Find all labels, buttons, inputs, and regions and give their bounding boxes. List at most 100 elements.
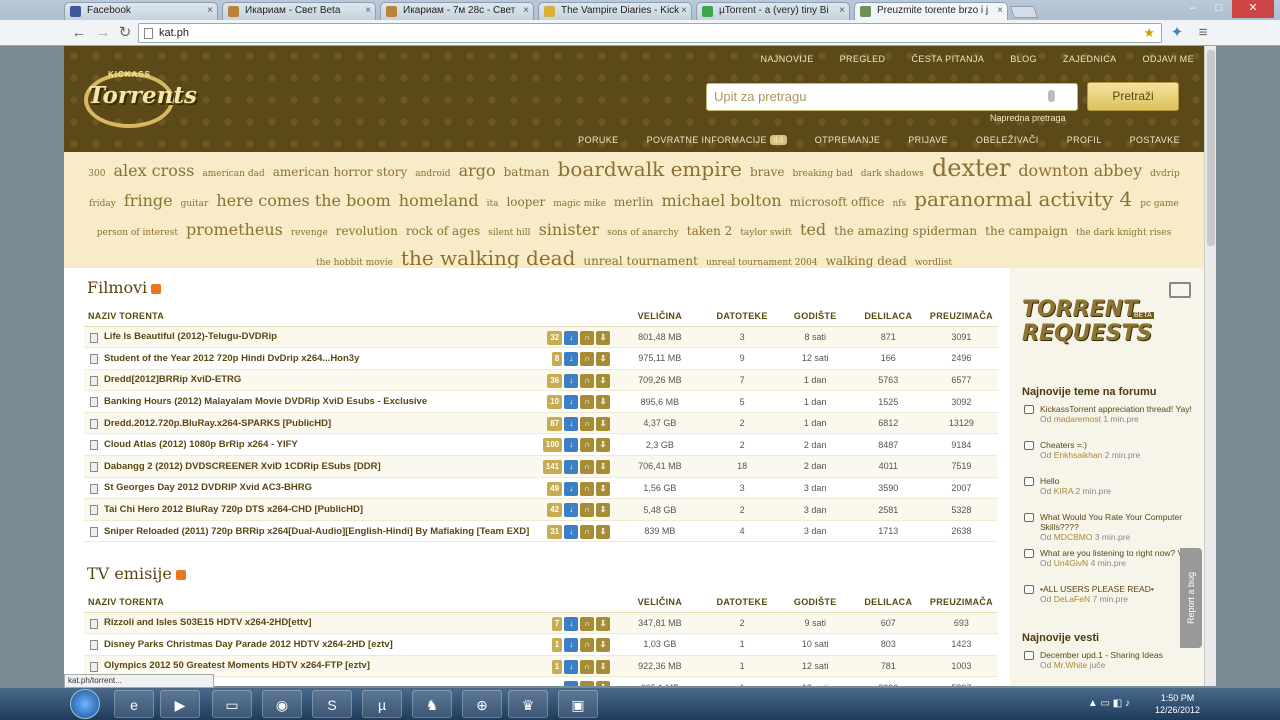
- page-scrollbar[interactable]: [1204, 46, 1216, 686]
- thread-title[interactable]: KickassTorrent appreciation thread! Yay!: [1040, 404, 1192, 414]
- thread-author[interactable]: Un4GivN: [1054, 558, 1088, 568]
- torrent-file-icon[interactable]: ⇩: [596, 438, 611, 453]
- rss-icon[interactable]: [151, 283, 162, 294]
- nav-najnovije[interactable]: NAJNOVIJE: [761, 54, 814, 64]
- comments-count-badge[interactable]: 1: [551, 659, 563, 674]
- magnet-icon[interactable]: ∩: [580, 638, 595, 653]
- comments-count-badge[interactable]: 7: [551, 616, 563, 631]
- close-tab-icon[interactable]: ×: [839, 3, 845, 19]
- thread-author[interactable]: madaremost: [1054, 414, 1101, 424]
- tag-link[interactable]: paranormal activity 4: [914, 187, 1132, 212]
- tag-link[interactable]: rock of ages: [406, 219, 480, 244]
- close-tab-icon[interactable]: ×: [681, 3, 687, 19]
- torrent-file-icon[interactable]: ⇩: [596, 460, 611, 475]
- torrent-link[interactable]: Life Is Beautiful (2012)-Telugu-DVDRip: [104, 331, 277, 342]
- torrent-link[interactable]: Sniper Reloaded (2011) 720p BRRip x264[D…: [104, 526, 529, 537]
- recorder-icon[interactable]: ▣: [558, 690, 598, 718]
- nav-logout[interactable]: ODJAVI ME: [1143, 54, 1194, 64]
- torrent-link[interactable]: St Georges Day 2012 DVDRIP Xvid AC3-BHRG: [104, 482, 312, 493]
- nav-blog[interactable]: BLOG: [1010, 54, 1037, 64]
- comments-count-badge[interactable]: 100: [542, 438, 563, 453]
- forward-arrow-icon[interactable]: →: [94, 24, 112, 42]
- column-header[interactable]: VELIČINA: [614, 306, 706, 327]
- tag-icon[interactable]: [1169, 282, 1191, 298]
- torrent-requests-logo[interactable]: TORRENT REQUESTS BETA: [1022, 298, 1182, 368]
- torrent-name[interactable]: Dredd.2012.720p.BluRay.x264-SPARKS [Publ…: [84, 412, 615, 435]
- magnet-icon[interactable]: ∩: [580, 616, 595, 631]
- close-tab-icon[interactable]: ×: [523, 3, 529, 19]
- tag-link[interactable]: ita: [487, 192, 499, 217]
- nav-faq[interactable]: ČESTA PITANJA: [911, 54, 984, 64]
- download-icon[interactable]: ↓: [564, 524, 579, 539]
- magnet-icon[interactable]: ∩: [580, 395, 595, 410]
- tag-link[interactable]: downton abbey: [1018, 158, 1142, 183]
- tab-ikariam-2[interactable]: Икариам - 7м 28с - Свет ×: [380, 2, 534, 20]
- explorer-icon[interactable]: ▭: [212, 690, 252, 718]
- column-header[interactable]: DELILACA: [851, 592, 925, 613]
- thread-title[interactable]: •ALL USERS PLEASE READ•: [1040, 584, 1192, 594]
- torrent-name[interactable]: Disney Parks Christmas Day Parade 2012 H…: [84, 633, 615, 656]
- close-tab-icon[interactable]: ×: [207, 3, 213, 19]
- thread-title[interactable]: December upd.1 - Sharing Ideas: [1040, 650, 1192, 660]
- column-header[interactable]: VELIČINA: [614, 592, 706, 613]
- download-icon[interactable]: ↓: [564, 373, 579, 388]
- column-header[interactable]: DATOTEKE: [705, 592, 779, 613]
- minimize-button[interactable]: –: [1180, 0, 1206, 18]
- magnet-icon[interactable]: ∩: [580, 681, 595, 686]
- comments-count-badge[interactable]: 87: [547, 416, 563, 431]
- comments-count-badge[interactable]: 42: [547, 503, 563, 518]
- comments-count-badge[interactable]: 32: [547, 330, 563, 345]
- menu-wrench-icon[interactable]: ≡: [1194, 24, 1212, 42]
- tag-link[interactable]: american dad: [202, 162, 264, 187]
- tag-link[interactable]: dexter: [932, 156, 1010, 181]
- tag-link[interactable]: homeland: [399, 188, 479, 213]
- torrent-file-icon[interactable]: ⇩: [596, 681, 611, 686]
- tag-link[interactable]: the campaign: [985, 219, 1068, 244]
- network-app-icon[interactable]: ⊕: [462, 690, 502, 718]
- torrent-link[interactable]: Olympics 2012 50 Greatest Moments HDTV x…: [104, 660, 370, 671]
- comments-count-badge[interactable]: 1: [551, 638, 563, 653]
- tag-link[interactable]: fringe: [124, 188, 173, 213]
- download-icon[interactable]: ↓: [564, 460, 579, 475]
- nav-bookmarks[interactable]: OBELEŽIVAČI: [976, 135, 1039, 145]
- tab-ikariam-1[interactable]: Икариам - Свет Beta ×: [222, 2, 376, 20]
- game-icon[interactable]: ♛: [508, 690, 548, 718]
- tag-link[interactable]: boardwalk empire: [558, 157, 742, 182]
- torrent-name[interactable]: St Georges Day 2012 DVDRIP Xvid AC3-BHRG…: [84, 477, 615, 500]
- scrollbar-thumb[interactable]: [1207, 50, 1215, 246]
- thread-author[interactable]: DeLaFeN: [1054, 594, 1090, 604]
- torrent-file-icon[interactable]: ⇩: [596, 616, 611, 631]
- magnet-icon[interactable]: ∩: [580, 659, 595, 674]
- magnet-icon[interactable]: ∩: [580, 460, 595, 475]
- tab-utorrent[interactable]: µTorrent - a (very) tiny Bi ×: [696, 2, 850, 20]
- forum-thread-item[interactable]: What Would You Rate Your Computer Skills…: [1022, 512, 1192, 542]
- torrent-link[interactable]: Banking Hours (2012) Malayalam Movie DVD…: [104, 396, 427, 407]
- download-icon[interactable]: ↓: [564, 616, 579, 631]
- nav-postavke[interactable]: POSTAVKE: [1130, 135, 1180, 145]
- forum-thread-item[interactable]: What are you listening to right now? V3 O…: [1022, 548, 1192, 568]
- tag-link[interactable]: nfs: [892, 192, 906, 217]
- tag-link[interactable]: guitar: [181, 192, 209, 217]
- tag-link[interactable]: revolution: [336, 219, 398, 244]
- thread-title[interactable]: Hello: [1040, 476, 1192, 486]
- thread-author[interactable]: KIRA: [1054, 486, 1073, 496]
- magnet-icon[interactable]: ∩: [580, 416, 595, 431]
- app-icon[interactable]: ♞: [412, 690, 452, 718]
- download-icon[interactable]: ↓: [564, 438, 579, 453]
- download-icon[interactable]: ↓: [564, 659, 579, 674]
- address-bar[interactable]: kat.ph ★: [138, 23, 1162, 43]
- tag-link[interactable]: android: [415, 162, 450, 187]
- comments-count-badge[interactable]: 49: [547, 481, 563, 496]
- media-player-icon[interactable]: ▶: [160, 690, 200, 718]
- torrent-link[interactable]: Disney Parks Christmas Day Parade 2012 H…: [104, 639, 393, 650]
- new-tab-button[interactable]: [1009, 6, 1039, 18]
- close-window-button[interactable]: ✕: [1232, 0, 1274, 18]
- microphone-icon[interactable]: [1048, 90, 1055, 102]
- utorrent-icon[interactable]: µ: [362, 690, 402, 718]
- tab-facebook[interactable]: Facebook ×: [64, 2, 218, 20]
- tag-link[interactable]: merlin: [614, 190, 654, 215]
- column-header[interactable]: PREUZIMAČA: [924, 306, 998, 327]
- torrent-file-icon[interactable]: ⇩: [596, 373, 611, 388]
- torrent-link[interactable]: Dredd.2012.720p.BluRay.x264-SPARKS [Publ…: [104, 418, 331, 429]
- torrent-name[interactable]: Dredd[2012]BRRip XviD-ETRG 36 ↓ ∩ ⇩: [84, 369, 615, 392]
